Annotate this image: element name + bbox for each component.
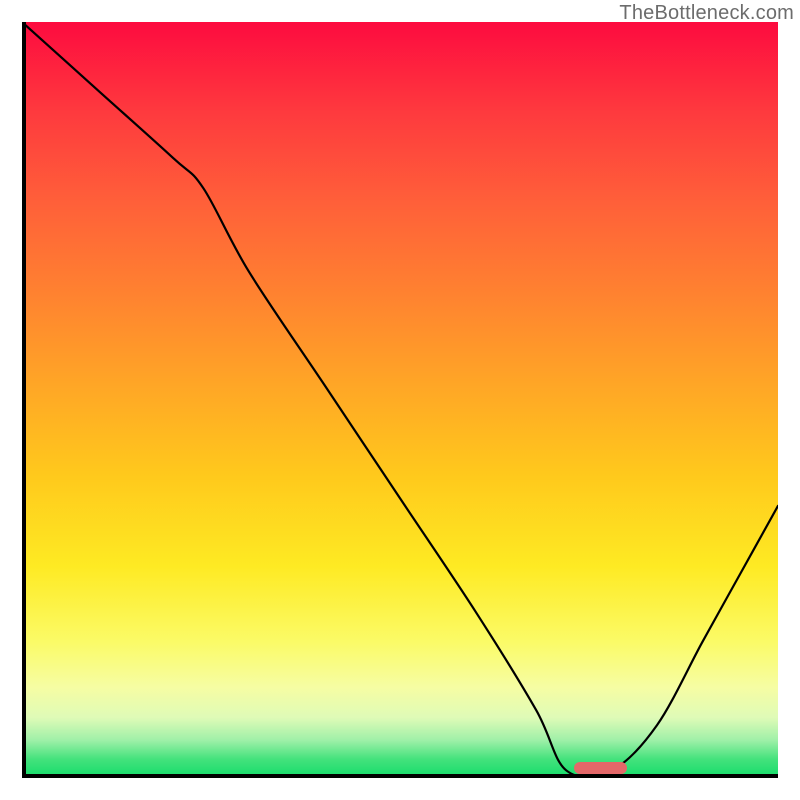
- plot-area: [22, 22, 778, 778]
- gradient-background: [22, 22, 778, 778]
- bottleneck-chart: TheBottleneck.com: [0, 0, 800, 800]
